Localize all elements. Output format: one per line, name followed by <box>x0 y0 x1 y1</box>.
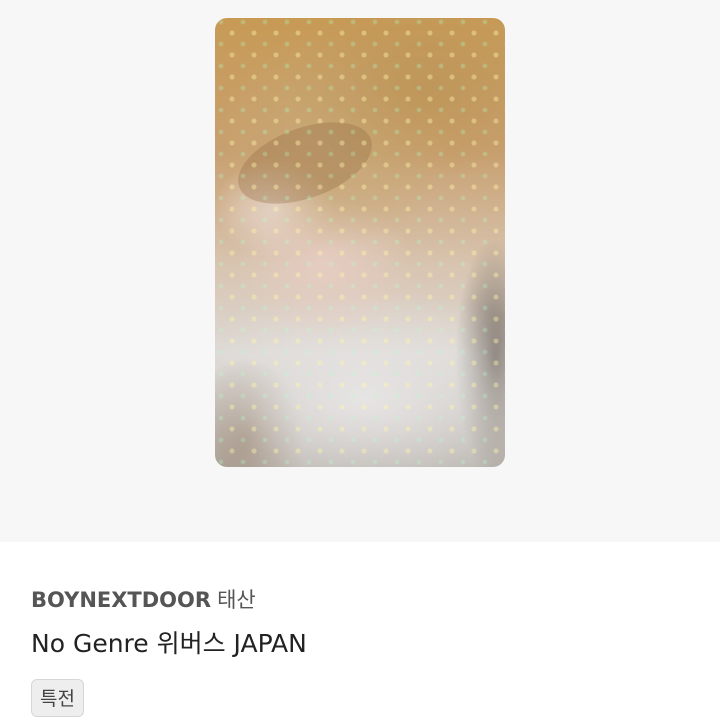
tag-chip[interactable]: 특전 <box>31 679 84 717</box>
listing-title: No Genre 위버스 JAPAN <box>31 629 307 658</box>
artist-line: BOYNEXTDOOR 태산 <box>31 584 256 614</box>
photocard-image[interactable] <box>215 18 505 467</box>
hologram-sparkle-overlay-secondary <box>215 18 505 467</box>
listing-page: BOYNEXTDOOR 태산 No Genre 위버스 JAPAN 특전 <box>0 0 720 720</box>
artist-name: BOYNEXTDOOR <box>31 588 212 612</box>
member-name: 태산 <box>217 588 256 612</box>
product-image-area[interactable] <box>0 0 720 542</box>
